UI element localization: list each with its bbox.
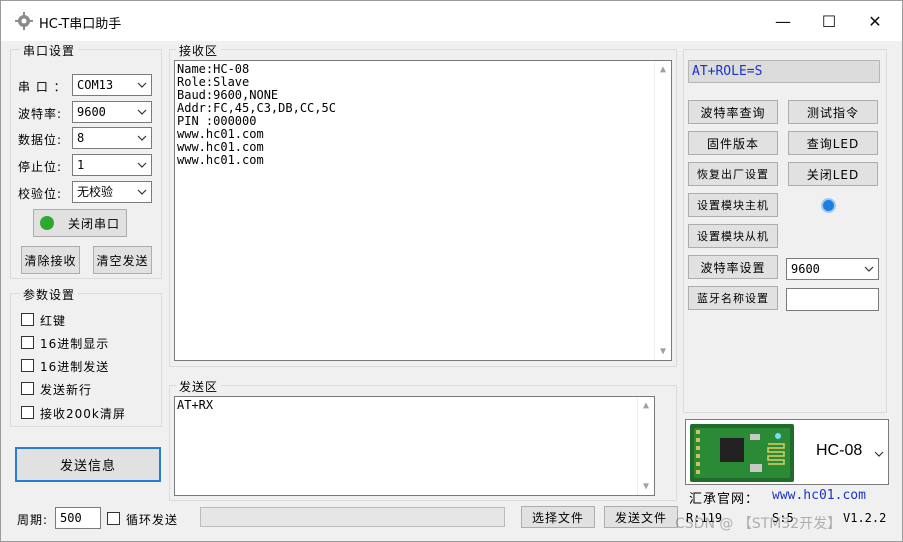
version-label: V1.2.2 bbox=[843, 511, 887, 525]
close-button[interactable]: ✕ bbox=[852, 1, 898, 41]
bt-name-input[interactable] bbox=[786, 288, 879, 311]
minimize-button[interactable]: — bbox=[760, 1, 806, 41]
maximize-button[interactable]: ☐ bbox=[806, 1, 852, 41]
receive-label: 接收区 bbox=[176, 42, 222, 59]
window-title: HC-T串口助手 bbox=[39, 17, 122, 32]
module-select[interactable]: HC-08 bbox=[685, 419, 889, 485]
parity-value: 无校验 bbox=[77, 185, 114, 199]
baud-set-value: 9600 bbox=[791, 262, 820, 276]
chevron-down-icon bbox=[137, 109, 147, 115]
port-value: COM13 bbox=[77, 78, 114, 92]
query-baud-button[interactable]: 波特率查询 bbox=[688, 100, 778, 124]
toggle-port-label: 关闭串口 bbox=[68, 216, 121, 231]
scroll-up-icon[interactable]: ▲ bbox=[655, 61, 671, 78]
params-label: 参数设置 bbox=[20, 286, 79, 303]
chevron-down-icon bbox=[137, 82, 147, 88]
send-label: 发送区 bbox=[176, 378, 222, 395]
receive-line: www.hc01.com bbox=[177, 153, 264, 167]
port-label: 串 口 ： bbox=[18, 80, 67, 94]
period-input[interactable]: 500 bbox=[55, 507, 101, 529]
option-send-newline: 发送新行 bbox=[40, 383, 93, 397]
baud-set-select[interactable]: 9600 bbox=[786, 258, 879, 280]
title-bar: HC-T串口助手 — ☐ ✕ bbox=[1, 1, 902, 41]
watermark: CSDN @ 【STM32开发】 bbox=[675, 516, 842, 532]
set-master-button[interactable]: 设置模块主机 bbox=[688, 193, 778, 217]
serial-settings-label: 串口设置 bbox=[20, 42, 79, 59]
databits-select[interactable]: 8 bbox=[72, 127, 152, 149]
option-red-key: 红键 bbox=[40, 314, 67, 328]
checkbox-loop-send[interactable] bbox=[107, 512, 120, 525]
gear-icon bbox=[15, 12, 33, 30]
databits-value: 8 bbox=[77, 131, 85, 145]
chevron-down-icon bbox=[137, 135, 147, 141]
baud-select[interactable]: 9600 bbox=[72, 101, 152, 123]
bt-name-button[interactable]: 蓝牙名称设置 bbox=[688, 286, 778, 310]
period-label: 周期: bbox=[17, 513, 49, 527]
option-hex-send: 16进制发送 bbox=[40, 360, 110, 374]
maximize-icon: ☐ bbox=[821, 11, 837, 31]
port-status-led-icon bbox=[40, 216, 54, 230]
module-board-icon bbox=[690, 424, 794, 482]
stopbits-select[interactable]: 1 bbox=[72, 154, 152, 176]
checkbox-send-newline[interactable] bbox=[21, 382, 34, 395]
module-name: HC-08 bbox=[816, 442, 863, 459]
checkbox-hex-display[interactable] bbox=[21, 336, 34, 349]
stopbits-value: 1 bbox=[77, 158, 85, 172]
send-scrollbar[interactable]: ▲ ▼ bbox=[637, 397, 654, 495]
databits-label: 数据位: bbox=[18, 133, 63, 147]
stopbits-label: 停止位: bbox=[18, 160, 63, 174]
checkbox-red-key[interactable] bbox=[21, 313, 34, 326]
option-clear-200k: 接收200k清屏 bbox=[40, 407, 126, 421]
scroll-down-icon[interactable]: ▼ bbox=[655, 343, 671, 360]
set-baud-button[interactable]: 波特率设置 bbox=[688, 255, 778, 279]
send-textarea[interactable]: AT+RX ▲ ▼ bbox=[174, 396, 655, 496]
checkbox-hex-send[interactable] bbox=[21, 359, 34, 372]
progress-bar bbox=[200, 507, 505, 527]
command-display: AT+ROLE=S bbox=[688, 60, 880, 83]
port-select[interactable]: COM13 bbox=[72, 74, 152, 96]
chevron-down-icon bbox=[874, 451, 884, 457]
set-slave-button[interactable]: 设置模块从机 bbox=[688, 224, 778, 248]
test-command-button[interactable]: 测试指令 bbox=[788, 100, 878, 124]
parity-label: 校验位: bbox=[18, 187, 63, 201]
baud-value: 9600 bbox=[77, 105, 106, 119]
factory-reset-button[interactable]: 恢复出厂设置 bbox=[688, 162, 778, 186]
website-link[interactable]: www.hc01.com bbox=[772, 488, 866, 503]
receive-textarea[interactable]: Name:HC-08 Role:Slave Baud:9600,NONE Add… bbox=[174, 60, 672, 361]
send-text: AT+RX bbox=[177, 398, 214, 412]
led-indicator-icon bbox=[821, 198, 836, 213]
close-led-button[interactable]: 关闭LED bbox=[788, 162, 878, 186]
toggle-port-button[interactable]: 关闭串口 bbox=[33, 209, 127, 237]
clear-send-button[interactable]: 清空发送 bbox=[93, 246, 152, 274]
chevron-down-icon bbox=[864, 266, 874, 272]
query-led-button[interactable]: 查询LED bbox=[788, 131, 878, 155]
close-icon: ✕ bbox=[868, 11, 882, 31]
chevron-down-icon bbox=[137, 189, 147, 195]
firmware-version-button[interactable]: 固件版本 bbox=[688, 131, 778, 155]
option-hex-display: 16进制显示 bbox=[40, 337, 110, 351]
send-file-button[interactable]: 发送文件 bbox=[604, 506, 678, 528]
baud-label: 波特率: bbox=[18, 107, 63, 121]
chevron-down-icon bbox=[137, 162, 147, 168]
loop-send-label: 循环发送 bbox=[126, 513, 179, 527]
minimize-icon: — bbox=[775, 11, 791, 31]
app-window: HC-T串口助手 — ☐ ✕ 串口设置 串 口 ： COM13 波特率: 960… bbox=[0, 0, 903, 542]
checkbox-clear-200k[interactable] bbox=[21, 406, 34, 419]
select-file-button[interactable]: 选择文件 bbox=[521, 506, 595, 528]
send-info-button[interactable]: 发送信息 bbox=[15, 447, 161, 482]
receive-line: Name:HC-08 bbox=[177, 62, 250, 76]
parity-select[interactable]: 无校验 bbox=[72, 181, 152, 203]
clear-receive-button[interactable]: 清除接收 bbox=[21, 246, 80, 274]
receive-scrollbar[interactable]: ▲ ▼ bbox=[654, 61, 671, 360]
scroll-up-icon[interactable]: ▲ bbox=[638, 397, 654, 414]
website-label: 汇承官网： bbox=[689, 492, 760, 507]
scroll-down-icon[interactable]: ▼ bbox=[638, 478, 654, 495]
